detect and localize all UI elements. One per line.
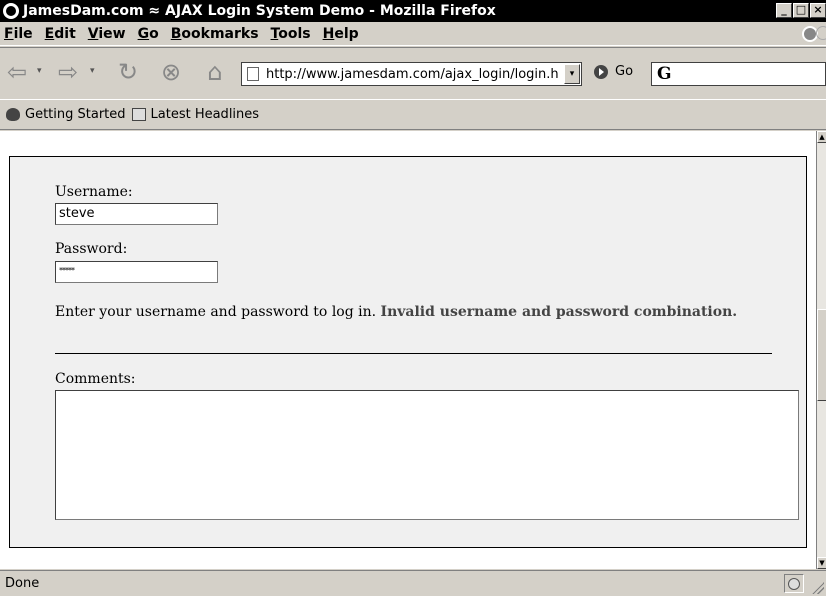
reload-icon: ↻ [117, 58, 139, 86]
menu-go[interactable]: Go [134, 26, 163, 42]
go-label: Go [615, 64, 634, 79]
search-input[interactable]: G [651, 62, 826, 86]
forward-arrow-icon: ⇨ [57, 58, 79, 86]
page-icon [247, 67, 259, 81]
bookmarks-toolbar: Getting Started Latest Headlines [0, 99, 826, 130]
menu-go-label: o [149, 25, 159, 42]
url-history-dropdown-button[interactable]: ▾ [564, 64, 580, 84]
login-error-message: Invalid username and password combinatio… [380, 304, 738, 320]
minimize-button[interactable]: _ [776, 3, 792, 18]
menu-view-label: iew [98, 25, 126, 42]
scroll-up-button[interactable]: ▲ [817, 131, 826, 143]
firefox-icon [3, 3, 19, 19]
comments-label: Comments: [55, 371, 136, 387]
back-button[interactable]: ⇦ [2, 58, 32, 86]
username-label: Username: [55, 184, 133, 200]
stop-icon: ⊗ [160, 58, 182, 86]
divider [55, 353, 772, 354]
password-label: Password: [55, 241, 128, 257]
close-button[interactable]: × [810, 3, 826, 18]
menu-go-mnemonic: G [137, 25, 150, 42]
login-instructions: Enter your username and password to log … [55, 304, 377, 320]
menu-help-mnemonic: H [322, 25, 335, 42]
menu-bookmarks-label: ookmarks [181, 25, 259, 42]
security-indicator[interactable] [784, 574, 804, 593]
menu-tools-label: ools [278, 25, 311, 42]
secondary-throbber-icon [816, 26, 826, 40]
menu-view-mnemonic: V [87, 25, 99, 42]
back-arrow-icon: ⇦ [6, 58, 28, 86]
menu-help-label: elp [334, 25, 359, 42]
menu-bookmarks-mnemonic: B [170, 25, 182, 42]
reload-button[interactable]: ↻ [113, 58, 143, 86]
menu-bar: File Edit View Go Bookmarks Tools Help [0, 22, 826, 46]
menu-edit-label: dit [54, 25, 76, 42]
menu-edit-mnemonic: E [44, 25, 55, 42]
bookmark-latest-headlines[interactable]: Latest Headlines [131, 107, 260, 122]
bookmark-getting-started-label: Getting Started [25, 107, 126, 122]
menu-edit[interactable]: Edit [41, 26, 80, 42]
url-input[interactable]: http://www.jamesdam.com/ajax_login/login… [266, 67, 571, 82]
menu-file-label: ile [13, 25, 33, 42]
go-button[interactable]: Go [594, 64, 633, 79]
bookmark-getting-started[interactable]: Getting Started [6, 107, 126, 122]
vertical-scrollbar[interactable]: ▲ ▼ [816, 131, 826, 569]
menu-bookmarks[interactable]: Bookmarks [167, 26, 263, 42]
bookmark-latest-headlines-label: Latest Headlines [150, 107, 260, 122]
menu-file-mnemonic: F [4, 25, 14, 42]
google-search-engine-icon[interactable]: G [657, 64, 672, 84]
home-icon: ⌂ [207, 58, 223, 86]
window-title: JamesDam.com ≈ AJAX Login System Demo - … [23, 3, 496, 19]
go-arrow-icon [594, 64, 608, 79]
back-history-dropdown-icon[interactable]: ▾ [37, 66, 42, 76]
menu-view[interactable]: View [84, 26, 130, 42]
menu-help[interactable]: Help [319, 26, 363, 42]
getting-started-icon [6, 108, 20, 121]
login-message: Enter your username and password to log … [55, 304, 737, 320]
login-panel: Username: steve Password: ***** Enter yo… [9, 156, 807, 548]
menu-tools[interactable]: Tools [267, 26, 315, 42]
scroll-thumb[interactable] [817, 309, 826, 401]
status-bar: Done [0, 570, 826, 596]
username-field[interactable]: steve [55, 203, 218, 225]
window-titlebar[interactable]: JamesDam.com ≈ AJAX Login System Demo - … [0, 0, 826, 22]
navigation-toolbar: ⇦ ▾ ⇨ ▾ ↻ ⊗ ⌂ http://www.jamesdam.com/aj… [0, 47, 826, 99]
password-field[interactable]: ***** [55, 261, 218, 283]
comments-textarea[interactable] [55, 390, 799, 520]
status-text: Done [5, 576, 40, 591]
resize-grip-icon[interactable] [812, 582, 824, 594]
maximize-button[interactable]: □ [793, 3, 809, 18]
rss-feed-icon [131, 108, 146, 121]
stop-button[interactable]: ⊗ [156, 58, 186, 86]
page-content: Username: steve Password: ***** Enter yo… [0, 131, 816, 569]
scroll-down-button[interactable]: ▼ [817, 557, 826, 569]
menu-file[interactable]: File [0, 26, 37, 42]
forward-button[interactable]: ⇨ [53, 58, 83, 86]
smiley-icon [788, 577, 800, 590]
forward-history-dropdown-icon[interactable]: ▾ [90, 66, 95, 76]
window-controls: _ □ × [776, 3, 826, 18]
home-button[interactable]: ⌂ [200, 58, 230, 86]
address-bar[interactable]: http://www.jamesdam.com/ajax_login/login… [241, 62, 582, 86]
